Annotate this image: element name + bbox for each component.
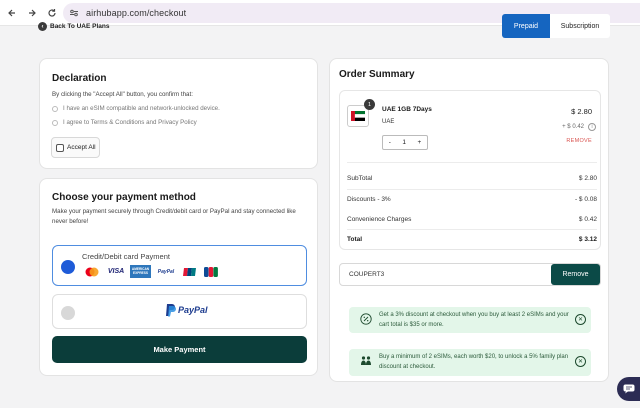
declaration-card: Declaration By clicking the "Accept All"… bbox=[39, 58, 318, 169]
discount-value: - $ 0.08 bbox=[574, 196, 597, 203]
declaration-check-device: I have an eSIM compatible and network-un… bbox=[52, 105, 220, 112]
promo-text: Get a 3% discount at checkout when you b… bbox=[379, 312, 569, 328]
reload-icon[interactable] bbox=[42, 3, 62, 23]
convenience-row: Convenience Charges $ 0.42 bbox=[347, 216, 597, 223]
paypal-small-icon: PayPal bbox=[157, 268, 175, 275]
discount-row: Discounts - 3% - $ 0.08 bbox=[347, 196, 597, 203]
radio-selected-icon[interactable] bbox=[61, 260, 75, 274]
plan-type-tabs: Prepaid Subscription bbox=[502, 14, 610, 38]
total-label: Total bbox=[347, 236, 363, 243]
payment-description: Make your payment securely through Credi… bbox=[52, 208, 296, 225]
close-icon[interactable]: ✕ bbox=[575, 314, 586, 325]
coupon-code-input[interactable]: COUPERT3 bbox=[349, 271, 384, 278]
total-row: Total $ 3.12 bbox=[347, 236, 597, 243]
declaration-check-label: I agree to Terms & Conditions and Privac… bbox=[63, 119, 197, 126]
tab-prepaid[interactable]: Prepaid bbox=[502, 14, 550, 38]
item-price: $ 2.80 bbox=[571, 107, 592, 116]
amex-icon: AMERICAN EXPRESS bbox=[130, 265, 151, 278]
unchecked-circle-icon bbox=[52, 105, 58, 112]
radio-unselected-icon[interactable] bbox=[61, 306, 75, 320]
paypal-label: PayPal bbox=[178, 305, 208, 315]
discount-label: Discounts - 3% bbox=[347, 196, 391, 203]
family-icon bbox=[361, 356, 371, 365]
promo-banner-family: Buy a minimum of 2 eSIMs, each worth $20… bbox=[349, 349, 591, 376]
convenience-label: Convenience Charges bbox=[347, 216, 412, 223]
declaration-check-label: I have an eSIM compatible and network-un… bbox=[63, 105, 220, 112]
close-icon[interactable]: ✕ bbox=[575, 356, 586, 367]
accept-all-label: Accept All bbox=[67, 144, 96, 151]
make-payment-button[interactable]: Make Payment bbox=[52, 336, 307, 363]
back-arrow-icon[interactable] bbox=[2, 3, 22, 23]
order-summary-title: Order Summary bbox=[339, 69, 415, 80]
increment-button[interactable]: + bbox=[417, 139, 421, 146]
order-summary-card: Order Summary 1 UAE 1GB 7Days UAE $ 2.80… bbox=[329, 58, 609, 382]
info-icon[interactable]: i bbox=[588, 123, 596, 131]
item-fee-value: + $ 0.42 bbox=[562, 124, 584, 130]
paypal-payment-option[interactable]: PayPal bbox=[52, 294, 307, 329]
unchecked-circle-icon bbox=[52, 119, 58, 126]
chat-icon bbox=[623, 384, 635, 394]
divider bbox=[347, 189, 597, 190]
percent-badge-icon bbox=[360, 313, 372, 325]
back-to-plans-link[interactable]: ‹ Back To UAE Plans bbox=[38, 22, 109, 31]
promo-text: Buy a minimum of 2 eSIMs, each worth $20… bbox=[379, 354, 569, 370]
remove-item-link[interactable]: REMOVE bbox=[566, 138, 592, 144]
subtotal-row: SubTotal $ 2.80 bbox=[347, 175, 597, 182]
mastercard-icon bbox=[82, 265, 102, 278]
subtotal-label: SubTotal bbox=[347, 175, 373, 182]
subtotal-value: $ 2.80 bbox=[578, 175, 597, 182]
convenience-value: $ 0.42 bbox=[578, 216, 597, 223]
visa-icon: VISA bbox=[107, 268, 125, 275]
divider bbox=[347, 229, 597, 230]
item-convenience-fee: + $ 0.42 i bbox=[562, 123, 596, 131]
url-text: airhubapp.com/checkout bbox=[86, 8, 187, 18]
payment-title: Choose your payment method bbox=[52, 192, 196, 203]
declaration-title: Declaration bbox=[52, 73, 107, 84]
quantity-stepper: - 1 + bbox=[382, 135, 428, 150]
card-payment-option[interactable]: Credit/Debit card Payment VISA AMERICAN … bbox=[52, 245, 307, 286]
declaration-description: By clicking the "Accept All" button, you… bbox=[52, 91, 193, 98]
card-logos: VISA AMERICAN EXPRESS PayPal bbox=[82, 265, 219, 278]
checkbox-icon[interactable] bbox=[56, 143, 64, 152]
payment-method-card: Choose your payment method Make your pay… bbox=[39, 178, 318, 376]
site-info-icon[interactable] bbox=[68, 7, 80, 19]
accept-all-button[interactable]: Accept All bbox=[51, 137, 100, 158]
decrement-button[interactable]: - bbox=[389, 139, 391, 146]
back-arrow-icon: ‹ bbox=[38, 22, 47, 31]
declaration-check-terms: I agree to Terms & Conditions and Privac… bbox=[52, 119, 197, 126]
item-quantity-badge: 1 bbox=[364, 99, 375, 110]
paypal-icon bbox=[166, 304, 176, 317]
chat-support-button[interactable] bbox=[617, 377, 640, 401]
card-payment-label: Credit/Debit card Payment bbox=[82, 252, 170, 261]
remove-coupon-button[interactable]: Remove bbox=[551, 264, 600, 285]
jcb-icon bbox=[203, 265, 219, 278]
back-link-label: Back To UAE Plans bbox=[50, 23, 110, 30]
coupon-field: COUPERT3 Remove bbox=[339, 263, 601, 286]
quantity-value: 1 bbox=[402, 139, 406, 146]
promo-banner-discount: Get a 3% discount at checkout when you b… bbox=[349, 307, 591, 333]
tab-subscription[interactable]: Subscription bbox=[550, 14, 610, 38]
unionpay-icon bbox=[181, 265, 199, 278]
paypal-logo: PayPal bbox=[165, 303, 208, 317]
total-value: $ 3.12 bbox=[578, 236, 597, 243]
divider bbox=[347, 162, 597, 163]
order-items-box: 1 UAE 1GB 7Days UAE $ 2.80 + $ 0.42 i - … bbox=[339, 90, 601, 250]
item-country: UAE bbox=[382, 119, 395, 125]
item-name: UAE 1GB 7Days bbox=[382, 106, 432, 113]
forward-arrow-icon[interactable] bbox=[22, 3, 42, 23]
